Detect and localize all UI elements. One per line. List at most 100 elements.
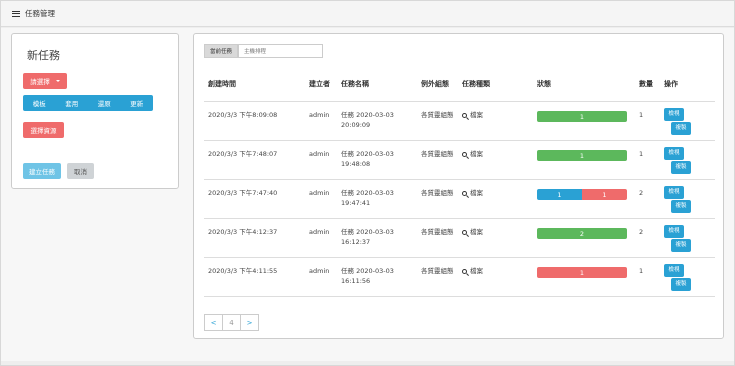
cell-actions: 檢視 複製 (660, 101, 715, 141)
page-number[interactable]: 4 (222, 314, 241, 331)
cell-creator: admin (305, 179, 337, 219)
menu-icon[interactable] (12, 10, 20, 17)
table-row: 2020/3/3 下午8:09:08 admin 任務 2020-03-03 2… (204, 101, 715, 141)
cell-status: 1 (533, 101, 635, 141)
search-icon[interactable] (462, 229, 467, 235)
new-task-panel: 新任務 請選擇 模板 套用 還原 更新 選擇資源 建立任務 取消 (11, 33, 179, 189)
cell-created: 2020/3/3 下午7:47:40 (204, 179, 305, 219)
column-header-created[interactable]: 創建時間 (204, 68, 305, 102)
cell-task-name: 任務 2020-03-03 19:47:41 (337, 179, 417, 219)
column-header-creator[interactable]: 建立者 (305, 68, 337, 102)
cell-exception: 各質靈組態 (417, 101, 458, 141)
apply-button[interactable]: 套用 (56, 95, 89, 111)
restore-button[interactable]: 還原 (88, 95, 121, 111)
cell-status: 11 (533, 179, 635, 219)
cell-exception: 各質靈組態 (417, 257, 458, 297)
table-row: 2020/3/3 下午4:11:55 admin 任務 2020-03-03 1… (204, 257, 715, 297)
select-dropdown-button[interactable]: 請選擇 (23, 73, 67, 89)
copy-button[interactable]: 複製 (671, 121, 691, 135)
cell-created: 2020/3/3 下午7:48:07 (204, 140, 305, 180)
task-table: 創建時間 建立者 任務名稱 例外組態 任務種類 狀態 數量 操作 2020/3/… (204, 68, 715, 297)
kind-label: 檔案 (470, 227, 483, 236)
copy-button[interactable]: 複製 (671, 199, 691, 213)
column-header-count[interactable]: 數量 (635, 68, 660, 102)
pagination: < 4 > (204, 314, 259, 331)
search-icon[interactable] (462, 190, 467, 196)
copy-button[interactable]: 複製 (671, 277, 691, 291)
cell-actions: 檢視 複製 (660, 179, 715, 219)
cell-kind: 檔案 (458, 218, 533, 258)
cell-count: 1 (635, 101, 660, 141)
status-progress-bar: 1 (537, 111, 627, 122)
select-dropdown-label: 請選擇 (30, 78, 50, 86)
kind-label: 檔案 (470, 149, 483, 158)
tab-host-schedule[interactable]: 主機排程 (238, 44, 324, 58)
copy-button[interactable]: 複製 (671, 238, 691, 252)
cancel-button[interactable]: 取消 (67, 163, 94, 179)
kind-label: 檔案 (470, 188, 483, 197)
create-task-button[interactable]: 建立任務 (23, 163, 61, 179)
template-button[interactable]: 模板 (23, 95, 56, 111)
search-icon[interactable] (462, 268, 467, 274)
table-row: 2020/3/3 下午7:48:07 admin 任務 2020-03-03 1… (204, 140, 715, 180)
cell-creator: admin (305, 218, 337, 258)
new-task-title: 新任務 (27, 49, 60, 62)
cell-task-name: 任務 2020-03-03 19:48:08 (337, 140, 417, 180)
task-table-body: 2020/3/3 下午8:09:08 admin 任務 2020-03-03 2… (204, 101, 715, 297)
cell-count: 2 (635, 218, 660, 258)
status-segment: 1 (537, 150, 627, 161)
cell-exception: 各質靈組態 (417, 140, 458, 180)
cell-task-name: 任務 2020-03-03 16:11:56 (337, 257, 417, 297)
status-segment: 2 (537, 228, 627, 239)
view-button[interactable]: 檢視 (664, 224, 684, 238)
cell-actions: 檢視 複製 (660, 218, 715, 258)
view-button[interactable]: 檢視 (664, 146, 684, 160)
column-header-exception[interactable]: 例外組態 (417, 68, 458, 102)
cell-created: 2020/3/3 下午4:12:37 (204, 218, 305, 258)
cell-kind: 檔案 (458, 179, 533, 219)
cell-creator: admin (305, 140, 337, 180)
kind-label: 檔案 (470, 110, 483, 119)
status-progress-bar: 11 (537, 189, 627, 200)
status-segment: 1 (537, 189, 582, 200)
copy-button[interactable]: 複製 (671, 160, 691, 174)
prev-page-button[interactable]: < (204, 314, 223, 331)
column-header-kind[interactable]: 任務種類 (458, 68, 533, 102)
cell-count: 1 (635, 257, 660, 297)
task-tabs: 當前任務 主機排程 (204, 44, 324, 58)
cell-actions: 檢視 複製 (660, 257, 715, 297)
cell-actions: 檢視 複製 (660, 140, 715, 180)
tab-current-tasks[interactable]: 當前任務 (204, 44, 239, 58)
status-segment: 1 (537, 111, 627, 122)
cell-status: 2 (533, 218, 635, 258)
cell-creator: admin (305, 257, 337, 297)
next-page-button[interactable]: > (240, 314, 259, 331)
column-header-actions: 操作 (660, 68, 715, 102)
cell-count: 2 (635, 179, 660, 219)
column-header-status[interactable]: 狀態 (533, 68, 635, 102)
table-row: 2020/3/3 下午7:47:40 admin 任務 2020-03-03 1… (204, 179, 715, 219)
column-header-name[interactable]: 任務名稱 (337, 68, 417, 102)
table-row: 2020/3/3 下午4:12:37 admin 任務 2020-03-03 1… (204, 218, 715, 258)
kind-label: 檔案 (470, 266, 483, 275)
search-icon[interactable] (462, 112, 467, 118)
caret-down-icon (55, 80, 60, 82)
top-bar: 任務管理 (1, 1, 734, 27)
cell-exception: 各質靈組態 (417, 218, 458, 258)
template-action-group: 模板 套用 還原 更新 (23, 95, 153, 111)
cell-kind: 檔案 (458, 140, 533, 180)
page-title: 任務管理 (25, 9, 55, 18)
select-resource-button[interactable]: 選擇資源 (23, 122, 64, 138)
cell-status: 1 (533, 140, 635, 180)
view-button[interactable]: 檢視 (664, 185, 684, 199)
status-progress-bar: 1 (537, 267, 627, 278)
update-button[interactable]: 更新 (121, 95, 154, 111)
status-segment: 1 (582, 189, 627, 200)
status-progress-bar: 1 (537, 150, 627, 161)
cell-exception: 各質靈組態 (417, 179, 458, 219)
view-button[interactable]: 檢視 (664, 263, 684, 277)
search-icon[interactable] (462, 151, 467, 157)
view-button[interactable]: 檢視 (664, 107, 684, 121)
status-progress-bar: 2 (537, 228, 627, 239)
cell-creator: admin (305, 101, 337, 141)
